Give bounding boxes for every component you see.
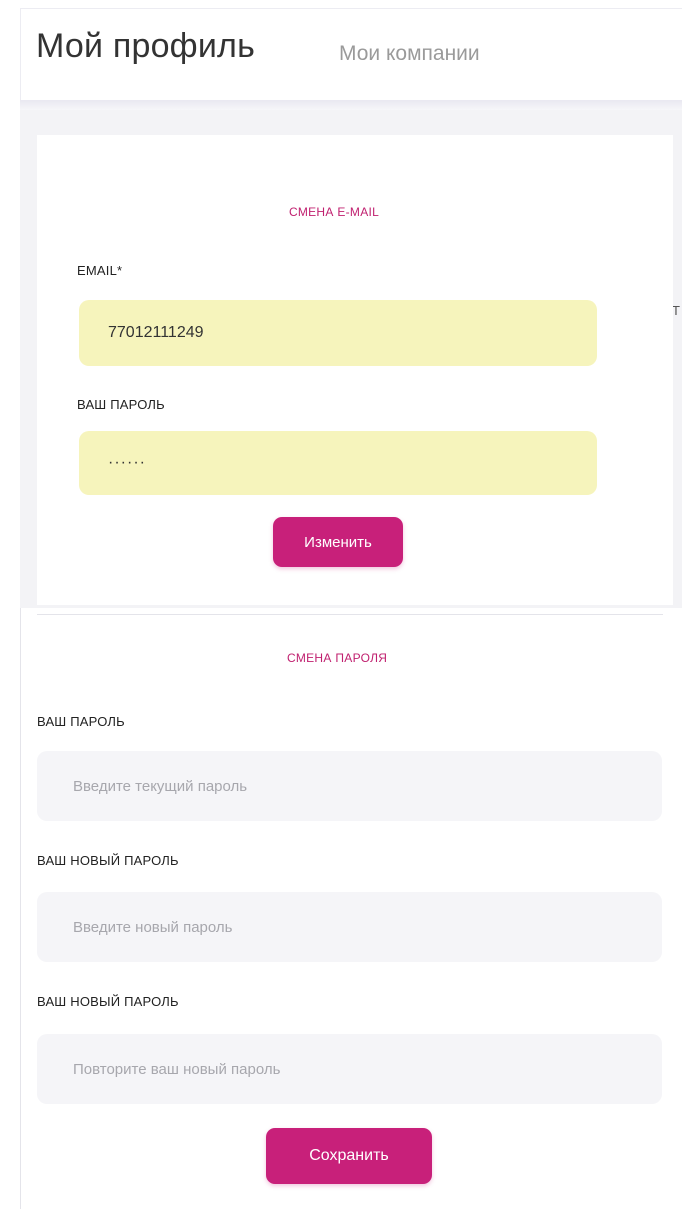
email-password-value: ······ — [108, 454, 146, 471]
new-password-label: ВАШ НОВЫЙ ПАРОЛЬ — [37, 853, 179, 868]
repeat-password-placeholder: Повторите ваш новый пароль — [73, 1060, 281, 1078]
profile-page: Мой профиль Мои компании Т СМЕНА E-MAIL … — [0, 0, 682, 1209]
new-password-input[interactable]: Введите новый пароль — [37, 892, 662, 962]
email-password-field[interactable]: ······ — [79, 431, 597, 495]
edge-clipped-text: Т — [672, 303, 680, 318]
repeat-password-input[interactable]: Повторите ваш новый пароль — [37, 1034, 662, 1104]
current-password-label: ВАШ ПАРОЛЬ — [37, 714, 125, 729]
email-change-card: СМЕНА E-MAIL EMAIL* 77012111249 ВАШ ПАРО… — [37, 135, 673, 605]
email-password-label: ВАШ ПАРОЛЬ — [77, 397, 165, 412]
email-section-title: СМЕНА E-MAIL — [289, 205, 380, 219]
profile-header: Мой профиль Мои компании — [20, 8, 682, 101]
save-password-button[interactable]: Сохранить — [266, 1128, 432, 1184]
current-password-placeholder: Введите текущий пароль — [73, 777, 248, 795]
current-password-input[interactable]: Введите текущий пароль — [37, 751, 662, 821]
password-section-title: СМЕНА ПАРОЛЯ — [287, 651, 388, 665]
left-border — [20, 608, 21, 1209]
email-label: EMAIL* — [77, 263, 123, 278]
repeat-password-label: ВАШ НОВЫЙ ПАРОЛЬ — [37, 994, 179, 1009]
tab-my-companies[interactable]: Мои компании — [339, 42, 480, 66]
new-password-placeholder: Введите новый пароль — [73, 918, 233, 936]
header-shadow — [20, 100, 682, 110]
email-field[interactable]: 77012111249 — [79, 300, 597, 366]
page-title: Мой профиль — [36, 27, 255, 65]
change-email-button[interactable]: Изменить — [273, 517, 403, 567]
section-divider — [37, 614, 663, 615]
email-value: 77012111249 — [108, 324, 204, 341]
